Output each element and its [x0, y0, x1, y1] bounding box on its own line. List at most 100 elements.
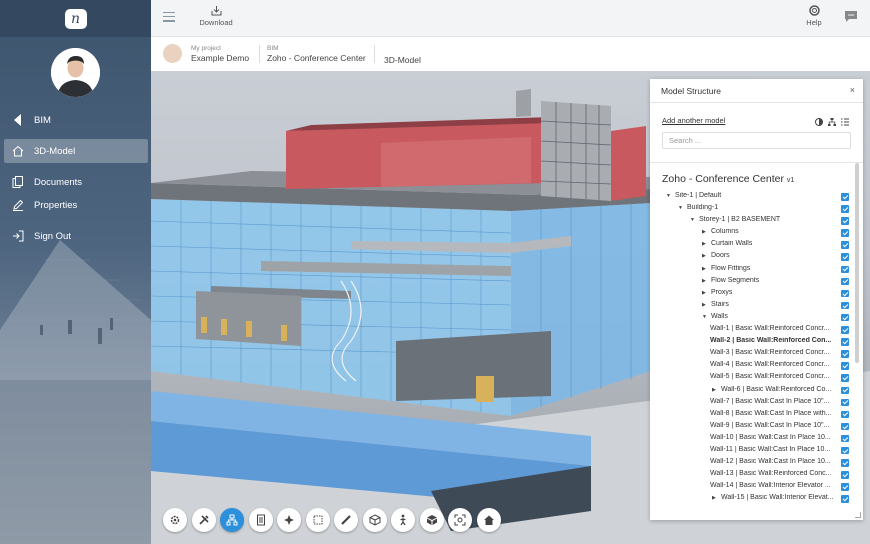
add-model-link[interactable]: Add another model [662, 116, 725, 125]
visibility-checkbox[interactable] [841, 193, 849, 201]
tree-row[interactable]: ▼ Site-1 | Default [650, 191, 855, 203]
tree-row[interactable]: Wall-1 | Basic Wall:Reinforced Concr... [650, 324, 855, 336]
tree-row[interactable]: Wall-4 | Basic Wall:Reinforced Concr... [650, 360, 855, 372]
tree-row[interactable]: ▼ Building-1 [650, 203, 855, 215]
tree-row[interactable]: Wall-7 | Basic Wall:Cast In Place 10"... [650, 397, 855, 409]
visibility-checkbox[interactable] [841, 217, 849, 225]
caret-down-icon[interactable]: ▼ [678, 205, 684, 211]
visibility-checkbox[interactable] [841, 350, 849, 358]
visibility-checkbox[interactable] [841, 326, 849, 334]
caret-down-icon[interactable]: ▼ [702, 314, 708, 320]
visibility-checkbox[interactable] [841, 422, 849, 431]
tree-row[interactable]: ▶ Curtain Walls [650, 239, 855, 251]
search-input[interactable] [662, 132, 851, 149]
help-button[interactable]: Help [801, 5, 827, 27]
tree-row[interactable]: Wall-2 | Basic Wall:Reinforced Con... [650, 336, 855, 348]
tree-view-icon[interactable] [828, 115, 836, 126]
tools-icon[interactable] [191, 508, 216, 532]
tree-row[interactable]: ▶ Stairs [650, 300, 855, 312]
tree-row[interactable]: ▶ Flow Fittings [650, 264, 855, 276]
tree-row[interactable]: ▶ Proxys [650, 288, 855, 300]
tree-row[interactable]: ▶ Wall-6 | Basic Wall:Reinforced Co... [650, 385, 855, 397]
nav-bim[interactable]: BIM [4, 108, 148, 132]
tree-row[interactable]: Wall-10 | Basic Wall:Cast In Place 10... [650, 433, 855, 445]
tree-row[interactable]: Wall-9 | Basic Wall:Cast In Place 10"... [650, 421, 855, 433]
model-structure-icon[interactable] [220, 508, 244, 532]
visibility-checkbox[interactable] [841, 229, 849, 237]
visibility-checkbox[interactable] [841, 471, 849, 479]
fit-view-icon[interactable] [448, 508, 472, 532]
cube-views-icon[interactable] [419, 508, 444, 532]
caret-right-icon[interactable]: ▶ [702, 253, 708, 259]
user-avatar[interactable] [51, 48, 100, 97]
visibility-checkbox[interactable] [841, 446, 849, 455]
caret-right-icon[interactable]: ▶ [702, 278, 708, 284]
chat-icon[interactable] [844, 10, 858, 23]
tree-row[interactable]: ▶ Wall-15 | Basic Wall:Interior Elevat... [650, 493, 855, 505]
first-person-icon[interactable] [391, 508, 415, 532]
visibility-checkbox[interactable] [841, 495, 849, 503]
nav-sign-out[interactable]: Sign Out [4, 224, 148, 248]
visibility-checkbox[interactable] [841, 253, 849, 261]
tree-row[interactable]: Wall-14 | Basic Wall:Interior Elevator .… [650, 481, 855, 493]
caret-down-icon[interactable]: ▼ [666, 193, 672, 199]
caret-right-icon[interactable]: ▶ [702, 229, 708, 235]
tree-row[interactable]: Wall-8 | Basic Wall:Cast In Place with..… [650, 409, 855, 421]
visibility-checkbox[interactable] [841, 205, 849, 213]
menu-icon[interactable] [163, 12, 175, 22]
visibility-checkbox[interactable] [841, 434, 849, 443]
section-box-icon[interactable] [305, 508, 330, 532]
caret-right-icon[interactable]: ▶ [712, 495, 718, 501]
tree-row[interactable]: ▼ Walls [650, 312, 855, 324]
tree-row[interactable]: ▼ Storey-1 | B2 BASEMENT [650, 215, 855, 227]
tree-row[interactable]: ▶ Flow Segments [650, 276, 855, 288]
tree-row[interactable]: Wall-11 | Basic Wall:Cast In Place 10... [650, 445, 855, 457]
settings-icon[interactable] [163, 508, 187, 532]
download-button[interactable]: Download [196, 5, 236, 27]
panel-scrollbar[interactable] [855, 163, 859, 363]
visibility-checkbox[interactable] [841, 289, 849, 298]
visibility-checkbox[interactable] [841, 241, 849, 249]
list-view-icon[interactable] [841, 115, 849, 126]
app-logo[interactable]: n [64, 8, 87, 29]
caret-right-icon[interactable]: ▶ [702, 302, 708, 308]
visibility-checkbox[interactable] [841, 265, 849, 274]
tree-row-label: Wall-3 | Basic Wall:Reinforced Concr... [710, 349, 830, 357]
contrast-icon[interactable] [815, 115, 823, 126]
breadcrumb-project[interactable]: My project Example Demo [191, 45, 249, 63]
tree-row[interactable]: ▶ Columns [650, 227, 855, 239]
measure-icon[interactable] [334, 508, 358, 532]
visibility-checkbox[interactable] [841, 410, 849, 419]
visibility-checkbox[interactable] [841, 338, 849, 346]
breadcrumb-divider [259, 45, 260, 63]
caret-right-icon[interactable]: ▶ [702, 266, 708, 272]
caret-right-icon[interactable]: ▶ [702, 290, 708, 296]
tree-row[interactable]: Wall-5 | Basic Wall:Reinforced Concr... [650, 372, 855, 384]
tree-row[interactable]: ▶ Doors [650, 251, 855, 263]
explode-icon[interactable] [362, 508, 387, 532]
visibility-checkbox[interactable] [841, 374, 849, 382]
home-view-icon[interactable] [476, 508, 501, 532]
visibility-checkbox[interactable] [841, 459, 849, 467]
visibility-checkbox[interactable] [841, 483, 849, 491]
tree-row[interactable]: Wall-12 | Basic Wall:Cast In Place 10... [650, 457, 855, 469]
visibility-checkbox[interactable] [841, 386, 849, 394]
tree-row[interactable]: Wall-3 | Basic Wall:Reinforced Concr... [650, 348, 855, 360]
caret-right-icon[interactable]: ▶ [712, 387, 718, 393]
visibility-checkbox[interactable] [841, 313, 849, 322]
nav-properties[interactable]: Properties [4, 193, 148, 217]
caret-right-icon[interactable]: ▶ [702, 241, 708, 247]
navigate-icon[interactable] [277, 508, 301, 532]
properties-icon[interactable] [248, 508, 273, 532]
visibility-checkbox[interactable] [841, 362, 849, 370]
visibility-checkbox[interactable] [841, 277, 849, 286]
caret-down-icon[interactable]: ▼ [690, 217, 696, 223]
visibility-checkbox[interactable] [841, 398, 849, 407]
resize-handle[interactable] [855, 512, 861, 518]
close-icon[interactable]: × [850, 85, 855, 95]
tree-row[interactable]: Wall-13 | Basic Wall:Reinforced Conc... [650, 469, 855, 481]
nav-3d-model[interactable]: 3D-Model [4, 139, 148, 163]
nav-documents[interactable]: Documents [4, 170, 148, 194]
visibility-checkbox[interactable] [841, 301, 849, 310]
breadcrumb-bim[interactable]: BIM Zoho - Conference Center [267, 45, 366, 63]
